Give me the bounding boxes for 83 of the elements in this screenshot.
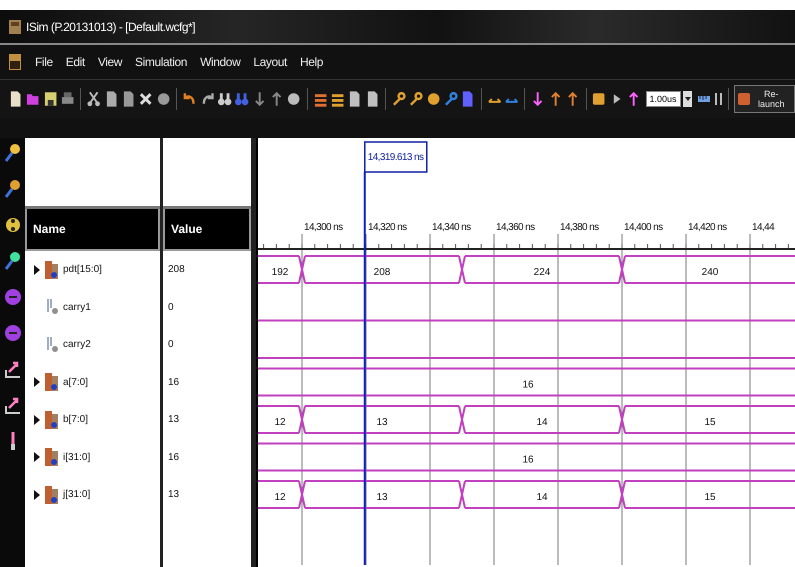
signal-name[interactable]: pdt[15:0]: [63, 264, 102, 276]
signal-name[interactable]: i[31:0]: [63, 452, 90, 463]
time-tick-label: 14,320 ns: [368, 222, 407, 233]
app-icon: [8, 53, 22, 71]
bus-value-label: 16: [522, 380, 534, 390]
bus-signal-icon: [45, 410, 59, 429]
page-icon[interactable]: [8, 90, 24, 108]
signal-value: 16: [168, 452, 180, 463]
bus-signal-icon: [45, 373, 59, 392]
expand-arrow-icon[interactable]: [33, 451, 41, 464]
wire-signal-icon: [45, 336, 59, 354]
pause-icon[interactable]: [714, 90, 724, 108]
magnifier-icon[interactable]: [4, 250, 22, 272]
wire-signal-icon: [45, 298, 59, 316]
key-icon[interactable]: [391, 90, 406, 108]
bus-value-label: 12: [274, 492, 286, 503]
menu-item[interactable]: Help: [300, 55, 324, 69]
bus-value-label: 16: [522, 454, 534, 466]
app-icon: [8, 18, 22, 34]
bus-signal-icon: [45, 486, 59, 504]
scissors-icon[interactable]: [86, 90, 102, 108]
bus-value-label: 13: [376, 417, 388, 428]
magnifier-icon[interactable]: [4, 178, 22, 200]
time-tick-label: 14,340 ns: [432, 222, 471, 233]
bus-value-label: 240: [702, 267, 718, 278]
time-field[interactable]: 1.00us: [646, 91, 681, 107]
time-tick-label: 14,300 ns: [304, 222, 343, 233]
dropdown-icon[interactable]: [682, 91, 692, 107]
bus-value-label: 192: [272, 267, 288, 278]
circle-icon[interactable]: [4, 286, 22, 308]
circle-icon[interactable]: [426, 90, 442, 108]
bus-signal-icon: [45, 448, 59, 466]
magnifier-icon[interactable]: [4, 142, 22, 164]
bus-value-label: 208: [374, 267, 390, 278]
menu-item[interactable]: Simulation: [135, 55, 188, 69]
refresh-icon: [738, 93, 750, 105]
bus-value-label: 13: [376, 492, 388, 503]
circle-icon[interactable]: [156, 90, 172, 108]
signal-value: 13: [168, 414, 180, 426]
bus-value-label: 15: [704, 417, 716, 428]
time-cursor[interactable]: [364, 172, 366, 565]
menu-item[interactable]: Layout: [253, 55, 287, 69]
signal-value: 13: [168, 489, 180, 500]
signal-name[interactable]: b[7:0]: [63, 414, 88, 426]
menu-item[interactable]: Edit: [66, 55, 85, 69]
signal-name[interactable]: a[7:0]: [63, 376, 88, 388]
circle-icon[interactable]: [286, 90, 302, 108]
column-header[interactable]: Name: [25, 209, 160, 251]
bus-value-label: 15: [704, 492, 716, 503]
time-tick-label: 14,380 ns: [560, 222, 599, 233]
relaunch-button[interactable]: Re-launch: [734, 85, 795, 113]
signal-value: 208: [168, 264, 185, 276]
column-header[interactable]: Value: [163, 209, 251, 251]
signal-name[interactable]: carry1: [63, 302, 91, 313]
time-tick-label: 14,44: [752, 222, 774, 233]
expand-arrow-icon[interactable]: [33, 488, 41, 501]
signal-name[interactable]: j[31:0]: [63, 489, 90, 500]
signal-value: 0: [168, 339, 174, 350]
key-icon[interactable]: [443, 90, 458, 108]
signal-value: 16: [168, 376, 180, 388]
square-icon[interactable]: [591, 90, 607, 108]
time-tick-label: 14,360 ns: [496, 222, 535, 233]
signal-name[interactable]: carry2: [63, 339, 91, 350]
signal-value: 0: [168, 302, 174, 313]
bus-signal-icon: [45, 260, 59, 279]
floppy-icon[interactable]: [42, 90, 58, 108]
expand-arrow-icon[interactable]: [33, 414, 41, 426]
menu-item[interactable]: Window: [200, 55, 240, 69]
bus-value-label: 224: [534, 267, 550, 278]
cursor-time-label: 14,319.613 ns: [364, 141, 428, 173]
bus-value-label: 14: [536, 492, 548, 503]
menu-item[interactable]: File: [35, 55, 53, 69]
time-tick-label: 14,420 ns: [688, 222, 727, 233]
window-title: ISim (P.20131013) - [Default.wcfg*]: [26, 20, 196, 34]
expand-arrow-icon[interactable]: [33, 264, 41, 276]
bus-value-label: 14: [536, 417, 548, 428]
key-icon[interactable]: [408, 90, 424, 108]
time-tick-label: 14,400 ns: [624, 222, 663, 233]
expand-arrow-icon[interactable]: [33, 376, 41, 388]
bus-value-label: 12: [274, 417, 286, 428]
menu-item[interactable]: View: [98, 55, 122, 69]
circle-icon[interactable]: [4, 322, 22, 344]
page-icon[interactable]: [121, 90, 136, 108]
